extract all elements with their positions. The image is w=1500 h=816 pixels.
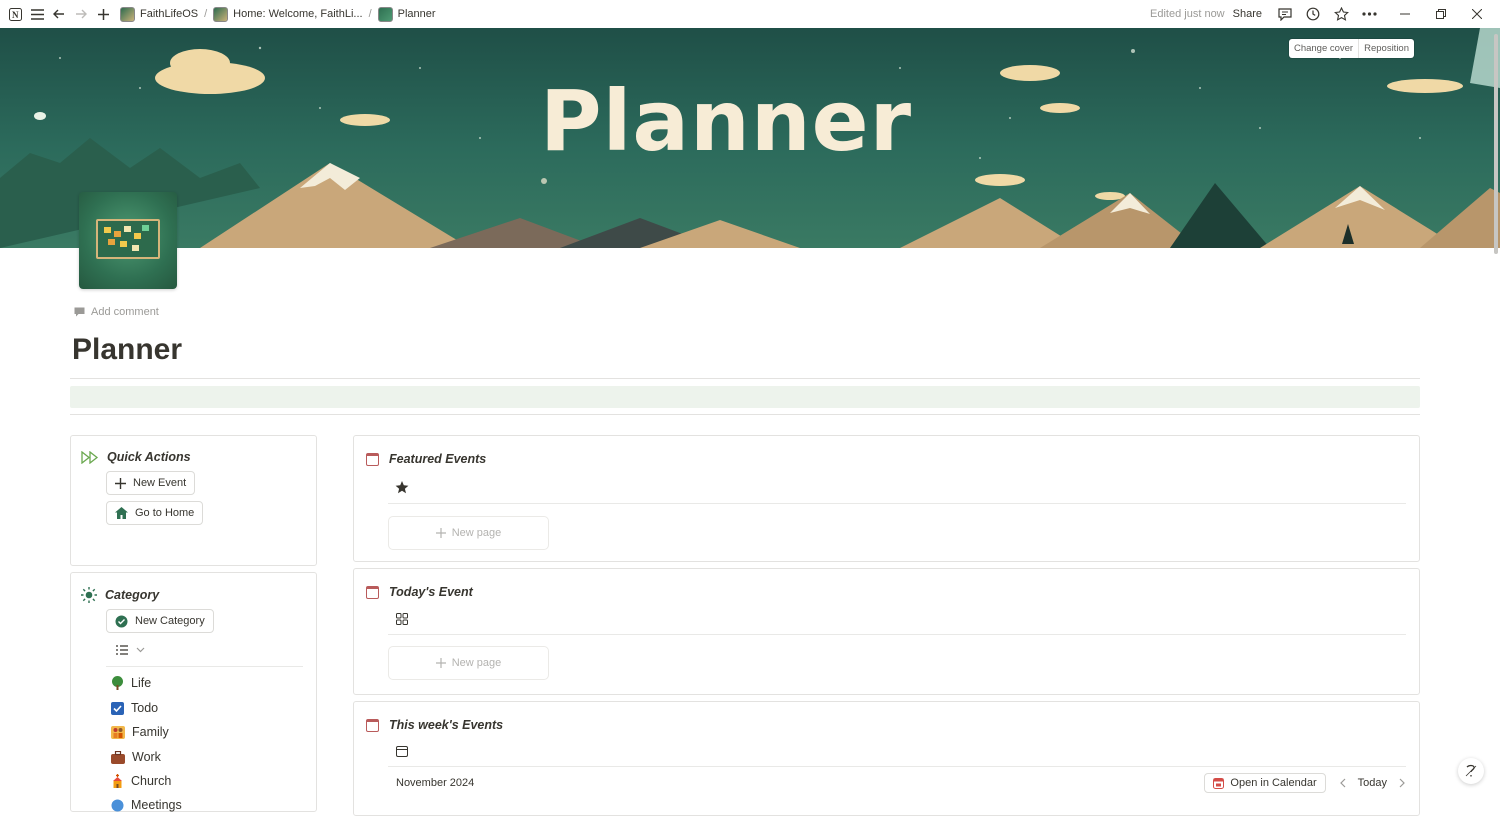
- quick-actions-panel: Quick Actions New Event Go to Home: [70, 435, 317, 566]
- help-icon[interactable]: [1458, 758, 1484, 784]
- category-item-church[interactable]: Church: [111, 774, 171, 788]
- menu-icon[interactable]: [26, 3, 48, 25]
- add-comment-button[interactable]: Add comment: [74, 306, 159, 318]
- new-tab-plus-icon[interactable]: [92, 3, 114, 25]
- sticky-note-board-icon: [96, 219, 160, 259]
- new-page-button[interactable]: New page: [388, 646, 549, 680]
- callout-block[interactable]: [70, 386, 1420, 408]
- divider: [388, 766, 1406, 767]
- calendar-view-icon[interactable]: [396, 746, 408, 757]
- breadcrumb-item[interactable]: FaithLifeOS: [120, 6, 198, 22]
- calendar-month-label: November 2024: [396, 777, 475, 789]
- share-button[interactable]: Share: [1233, 8, 1262, 20]
- go-to-home-button[interactable]: Go to Home: [106, 501, 204, 525]
- page-icon[interactable]: [79, 192, 177, 289]
- restore-window-icon[interactable]: [1430, 3, 1452, 25]
- breadcrumb-item[interactable]: Home: Welcome, FaithLi...: [213, 6, 363, 22]
- page-title[interactable]: Planner: [72, 333, 182, 367]
- featured-events-panel: Featured Events New page: [353, 435, 1420, 562]
- cover-actions: Change cover Reposition: [1288, 39, 1414, 58]
- breadcrumb-separator: /: [368, 8, 372, 20]
- scrollbar[interactable]: [1494, 34, 1498, 254]
- comments-icon[interactable]: [1274, 3, 1296, 25]
- more-options-icon[interactable]: [1358, 3, 1380, 25]
- category-item-meetings[interactable]: Meetings: [111, 798, 182, 812]
- family-icon: [111, 725, 125, 739]
- divider: [70, 414, 1420, 415]
- calendar-icon: [366, 585, 379, 599]
- divider: [70, 378, 1420, 379]
- new-page-button[interactable]: New page: [388, 516, 549, 550]
- category-item-work[interactable]: Work: [111, 750, 161, 764]
- sun-icon: [81, 587, 97, 603]
- cover-image[interactable]: Planner Change cover Reposition: [0, 28, 1500, 248]
- star-filled-icon[interactable]: [395, 481, 409, 494]
- minimize-window-icon[interactable]: [1394, 3, 1416, 25]
- chevron-down-icon: [136, 647, 145, 653]
- page-thumbnail-icon: [377, 6, 393, 22]
- this-weeks-events-heading: This week's Events: [366, 718, 503, 732]
- divider: [388, 503, 1406, 504]
- briefcase-icon: [111, 750, 125, 764]
- featured-events-heading: Featured Events: [366, 452, 486, 466]
- breadcrumb-item[interactable]: Planner: [377, 6, 436, 22]
- comment-icon: [74, 307, 85, 317]
- history-clock-icon[interactable]: [1302, 3, 1324, 25]
- todays-event-panel: Today's Event New page: [353, 568, 1420, 695]
- calendar-toolbar: November 2024 Open in Calendar Today: [396, 773, 1405, 793]
- open-in-calendar-button[interactable]: Open in Calendar: [1204, 773, 1326, 793]
- this-weeks-events-panel: This week's Events November 2024 Open in…: [353, 701, 1420, 816]
- calendar-icon: [366, 452, 379, 466]
- plus-icon: [435, 658, 446, 668]
- calendar-icon: [366, 718, 379, 732]
- plus-icon: [435, 528, 446, 538]
- plus-icon: [115, 477, 126, 489]
- divider: [106, 666, 303, 667]
- church-icon: [113, 774, 122, 788]
- change-cover-button[interactable]: Change cover: [1289, 39, 1358, 58]
- home-icon: [115, 507, 128, 519]
- list-view-selector[interactable]: [116, 645, 145, 655]
- breadcrumb-separator: /: [204, 8, 208, 20]
- category-item-todo[interactable]: Todo: [111, 701, 158, 715]
- reposition-button[interactable]: Reposition: [1358, 39, 1414, 58]
- svg-text:N: N: [12, 10, 19, 20]
- edited-status: Edited just now: [1150, 8, 1225, 20]
- new-category-button[interactable]: New Category: [106, 609, 214, 633]
- cover-title-text: Planner: [540, 72, 913, 170]
- back-arrow-icon[interactable]: [48, 3, 70, 25]
- category-panel: Category New Category Life Todo Family W…: [70, 572, 317, 812]
- divider: [388, 634, 1406, 635]
- top-bar: N FaithLifeOS / Home: Welcome, FaithLi..…: [0, 0, 1500, 28]
- page-thumbnail-icon: [213, 6, 229, 22]
- close-window-icon[interactable]: [1466, 3, 1488, 25]
- verified-badge-icon: [115, 615, 128, 627]
- calendar-navigation: Today: [1339, 777, 1405, 789]
- category-heading: Category: [81, 587, 159, 603]
- category-item-family[interactable]: Family: [111, 725, 169, 739]
- notion-logo-icon[interactable]: N: [4, 3, 26, 25]
- checkbox-icon: [111, 701, 124, 715]
- forward-arrow-icon[interactable]: [70, 3, 92, 25]
- today-button[interactable]: Today: [1358, 777, 1387, 789]
- fast-forward-icon: [81, 450, 99, 464]
- page-thumbnail-icon: [120, 6, 135, 22]
- tree-icon: [112, 676, 123, 690]
- chevron-left-icon[interactable]: [1339, 778, 1346, 788]
- meeting-icon: [111, 799, 124, 811]
- calendar-app-icon: [1213, 777, 1225, 789]
- gallery-view-icon[interactable]: [396, 613, 408, 625]
- favorite-star-icon[interactable]: [1330, 3, 1352, 25]
- chevron-right-icon[interactable]: [1399, 778, 1405, 788]
- quick-actions-heading: Quick Actions: [81, 450, 191, 464]
- list-view-icon: [116, 645, 128, 655]
- new-event-button[interactable]: New Event: [106, 471, 196, 495]
- category-item-life[interactable]: Life: [111, 676, 151, 690]
- todays-event-heading: Today's Event: [366, 585, 473, 599]
